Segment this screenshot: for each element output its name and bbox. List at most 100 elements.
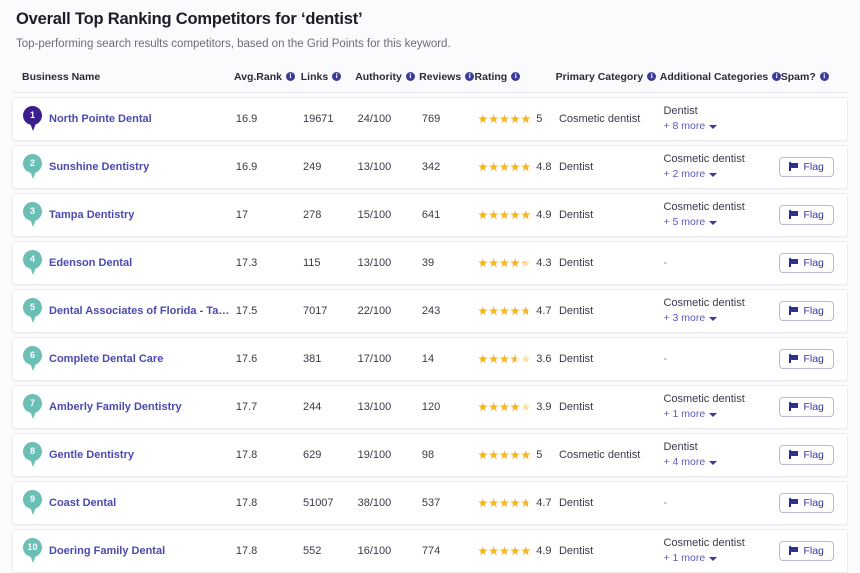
- flag-icon: [789, 162, 798, 172]
- business-name-cell: 8 Gentle Dentistry: [23, 441, 236, 468]
- rank-badge-number: 7: [29, 397, 35, 408]
- primary-category-cell: Dentist: [558, 544, 594, 557]
- page-title: Overall Top Ranking Competitors for ‘den…: [16, 10, 363, 28]
- additional-category-primary: Cosmetic dentist: [663, 393, 745, 406]
- additional-category-primary: Cosmetic dentist: [663, 153, 745, 166]
- rating-value: 5: [536, 112, 543, 125]
- star-rating-icon: ★★★★★★★★★★: [477, 256, 532, 269]
- info-icon[interactable]: [285, 71, 295, 82]
- flag-button[interactable]: Flag: [779, 204, 834, 226]
- rating-value: 4.7: [536, 496, 552, 509]
- primary-category-cell: Dentist: [558, 304, 594, 317]
- rank-badge-number: 1: [29, 109, 35, 120]
- flag-button[interactable]: Flag: [779, 492, 834, 514]
- map-pin-icon: 3: [23, 201, 42, 228]
- reviews-cell: 14: [421, 352, 435, 365]
- flag-button[interactable]: Flag: [779, 156, 834, 178]
- info-icon[interactable]: [819, 71, 829, 82]
- business-name-link[interactable]: Tampa Dentistry: [49, 209, 134, 221]
- column-header-label: Avg.Rank: [233, 70, 282, 83]
- more-count-label: + 3 more: [663, 312, 706, 325]
- avg-rank-cell: 17.5: [235, 304, 258, 317]
- info-icon[interactable]: [772, 71, 782, 82]
- additional-categories-more-link[interactable]: + 8 more: [663, 120, 779, 133]
- business-name-link[interactable]: Amberly Family Dentistry: [49, 401, 182, 413]
- avg-rank-cell: 17.8: [235, 496, 258, 509]
- spam-cell: Flag: [779, 348, 837, 370]
- rating-value: 4.9: [536, 208, 552, 221]
- flag-button[interactable]: Flag: [779, 252, 834, 274]
- competitors-table: Business Name Avg.Rank Links Authority Revie…: [12, 67, 848, 573]
- additional-categories-more-link[interactable]: + 3 more: [663, 312, 779, 325]
- authority-cell: 13/100: [357, 160, 392, 173]
- flag-button-label: Flag: [803, 352, 824, 365]
- links-cell: 552: [302, 544, 322, 557]
- column-header-label: Rating: [474, 70, 508, 83]
- flag-button[interactable]: Flag: [779, 348, 834, 370]
- business-name-link[interactable]: Sunshine Dentistry: [49, 161, 149, 173]
- spam-cell: Flag: [779, 396, 837, 418]
- chevron-down-icon: [709, 316, 718, 321]
- primary-category-cell: Dentist: [558, 256, 594, 269]
- business-name-link[interactable]: Edenson Dental: [49, 257, 132, 269]
- business-name-cell: 3 Tampa Dentistry: [23, 201, 236, 228]
- business-name-link[interactable]: Doering Family Dental: [49, 545, 165, 557]
- flag-button[interactable]: Flag: [779, 396, 834, 418]
- additional-categories-cell: Cosmetic dentist + 1 more: [663, 393, 779, 421]
- additional-categories-cell: Cosmetic dentist + 3 more: [663, 297, 779, 325]
- additional-categories-more-link[interactable]: + 2 more: [663, 168, 779, 181]
- flag-icon: [789, 450, 798, 460]
- additional-category-primary: Cosmetic dentist: [663, 537, 745, 550]
- map-pin-icon: 2: [23, 153, 42, 180]
- column-header-acat: Additional Categories: [660, 71, 782, 83]
- column-header-rev: Reviews: [419, 71, 475, 83]
- additional-categories-more-link[interactable]: + 1 more: [663, 408, 779, 421]
- flag-button-label: Flag: [803, 496, 824, 509]
- rank-badge-number: 3: [29, 205, 35, 216]
- info-icon[interactable]: [465, 71, 475, 82]
- flag-button[interactable]: Flag: [779, 444, 834, 466]
- info-icon[interactable]: [647, 71, 657, 82]
- business-name-link[interactable]: Complete Dental Care: [49, 353, 163, 365]
- avg-rank-cell: 17: [235, 208, 249, 221]
- additional-categories-more-link[interactable]: + 5 more: [663, 216, 779, 229]
- business-name-link[interactable]: Dental Associates of Florida - Tampa: [49, 305, 236, 317]
- business-name-cell: 2 Sunshine Dentistry: [23, 153, 236, 180]
- info-icon[interactable]: [332, 71, 342, 82]
- additional-category-primary: Cosmetic dentist: [663, 201, 745, 214]
- more-count-label: + 4 more: [663, 456, 706, 469]
- additional-category-primary: -: [663, 496, 668, 509]
- primary-category-cell: Dentist: [558, 496, 594, 509]
- business-name-cell: 4 Edenson Dental: [23, 249, 236, 276]
- info-icon[interactable]: [511, 71, 521, 82]
- rank-badge-number: 6: [29, 349, 35, 360]
- flag-button[interactable]: Flag: [779, 300, 834, 322]
- info-icon[interactable]: [405, 71, 415, 82]
- more-count-label: + 8 more: [663, 120, 706, 133]
- column-header-spam: Spam?: [781, 71, 838, 83]
- additional-category-primary: -: [663, 352, 668, 365]
- rating-cell: ★★★★★ ★★★★★ 4.9: [477, 209, 559, 221]
- spam-cell: Flag: [779, 492, 837, 514]
- flag-button[interactable]: Flag: [779, 540, 834, 562]
- additional-categories-more-link[interactable]: + 4 more: [663, 456, 779, 469]
- avg-rank-cell: 17.3: [235, 256, 258, 269]
- column-header-pcat: Primary Category: [556, 71, 660, 83]
- rating-cell: ★★★★★ ★★★★★ 5: [477, 113, 559, 125]
- rating-value: 4.3: [536, 256, 552, 269]
- rank-badge-number: 8: [29, 445, 35, 456]
- authority-cell: 22/100: [357, 304, 392, 317]
- additional-categories-more-link[interactable]: + 1 more: [663, 552, 779, 565]
- avg-rank-cell: 17.8: [235, 544, 258, 557]
- flag-button-label: Flag: [803, 544, 824, 557]
- avg-rank-cell: 17.7: [235, 400, 258, 413]
- links-cell: 244: [302, 400, 322, 413]
- rating-value: 3.9: [536, 400, 552, 413]
- business-name-link[interactable]: Gentle Dentistry: [49, 449, 134, 461]
- business-name-link[interactable]: Coast Dental: [49, 497, 116, 509]
- business-name-cell: 10 Doering Family Dental: [23, 537, 236, 564]
- business-name-link[interactable]: North Pointe Dental: [49, 113, 152, 125]
- additional-categories-cell: -: [663, 353, 779, 365]
- additional-categories-cell: Cosmetic dentist + 1 more: [663, 537, 779, 565]
- table-row: 4 Edenson Dental 17.3 115 13/100 39 ★★★★★★★★★★…: [12, 240, 848, 285]
